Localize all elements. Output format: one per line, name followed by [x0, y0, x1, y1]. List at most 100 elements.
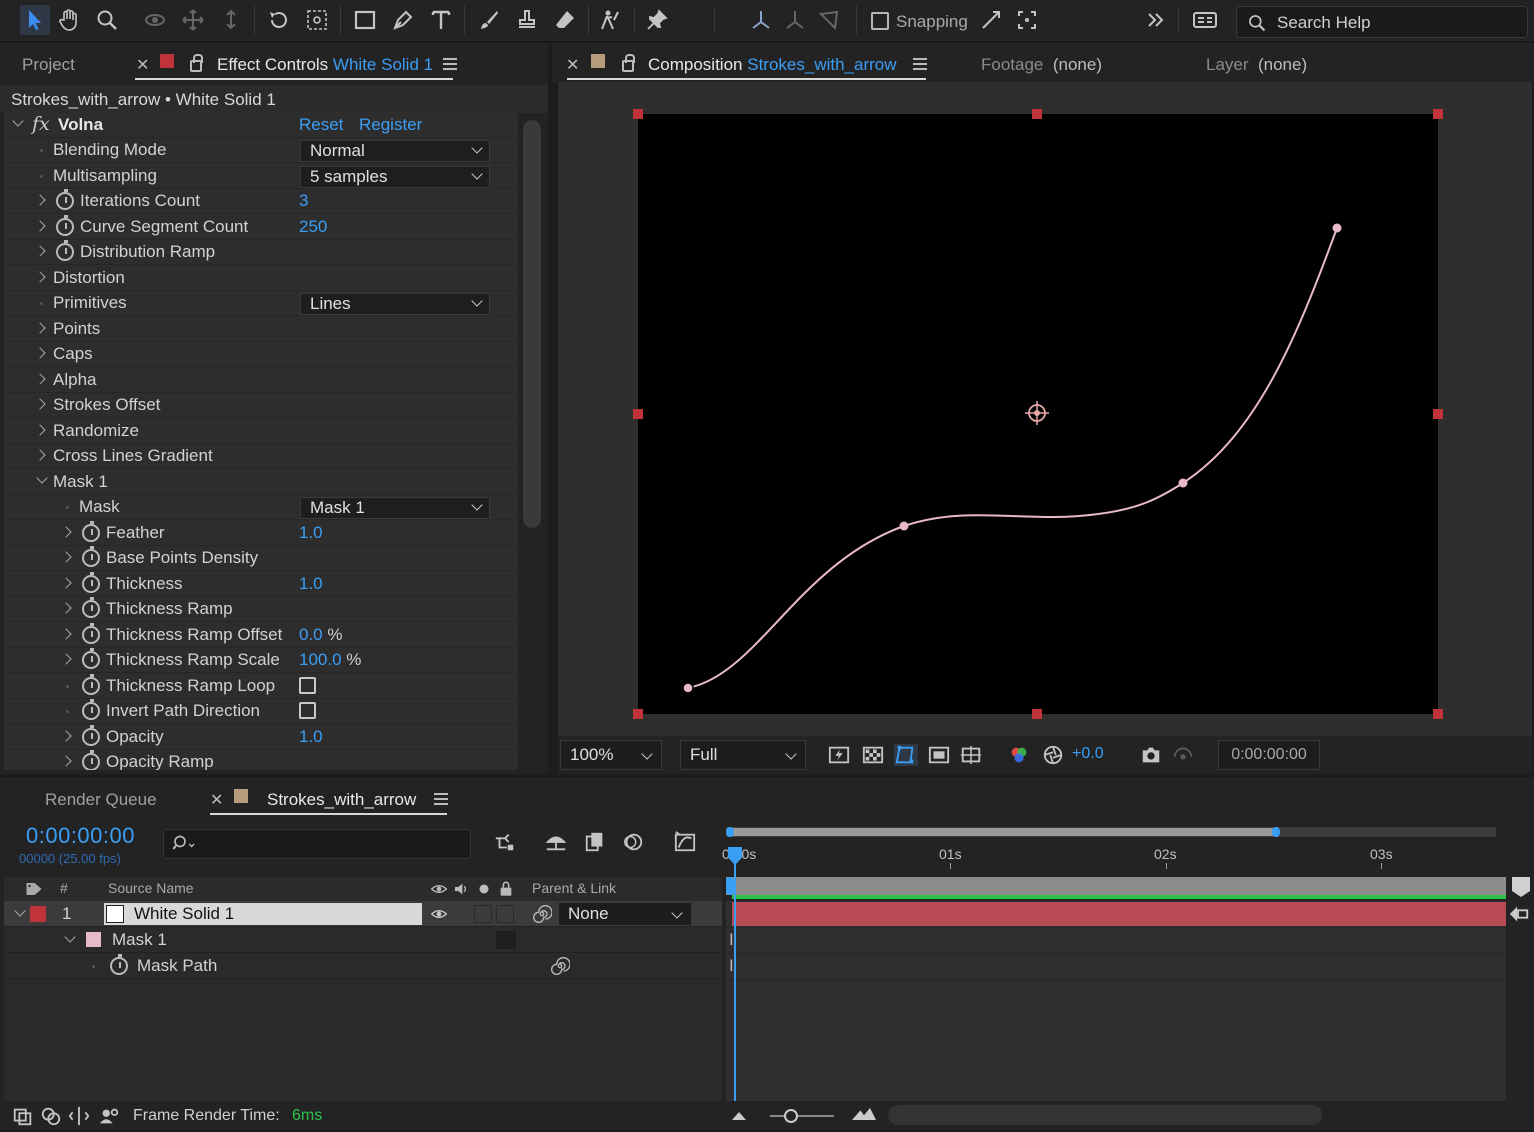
selection-tool-icon[interactable] — [20, 5, 50, 35]
pan-behind-tool-icon[interactable] — [302, 5, 332, 35]
stopwatch-icon[interactable] — [82, 521, 100, 542]
tab-timeline-comp[interactable]: Strokes_with_arrow — [267, 790, 416, 810]
layer-handle[interactable] — [633, 709, 643, 719]
twirl-icon[interactable] — [34, 245, 46, 257]
snap-edges-icon[interactable] — [976, 5, 1006, 35]
visibility-eye-icon[interactable] — [430, 906, 448, 922]
comp-marker-bin-icon[interactable] — [1512, 877, 1530, 897]
render-time-toggle-icon[interactable] — [98, 1105, 122, 1127]
stopwatch-icon[interactable] — [110, 954, 128, 975]
eye-icon[interactable] — [430, 881, 448, 897]
lock-icon[interactable] — [498, 880, 514, 898]
twirl-open-icon[interactable] — [14, 905, 26, 917]
navigator-start-handle[interactable] — [726, 827, 734, 837]
world-axis-icon[interactable] — [780, 5, 810, 35]
twirl-icon[interactable] — [34, 347, 46, 359]
time-zoom-slider[interactable] — [770, 1115, 834, 1117]
fx-icon[interactable]: fx — [32, 113, 50, 135]
time-zoom-slider-thumb[interactable] — [784, 1109, 798, 1123]
puppet-pin-tool-icon[interactable] — [642, 5, 672, 35]
lock-icon[interactable] — [622, 54, 635, 72]
stopwatch-icon[interactable] — [82, 725, 100, 746]
register-link[interactable]: Register — [359, 115, 422, 135]
anchor-point-icon[interactable] — [1025, 401, 1049, 425]
current-time-display[interactable]: 0:00:00:00 — [26, 823, 135, 849]
stopwatch-icon[interactable] — [82, 699, 100, 720]
orbit-camera-icon[interactable] — [140, 5, 170, 35]
iterations-count-value[interactable]: 3 — [299, 191, 308, 211]
exposure-reset-icon[interactable] — [1042, 744, 1066, 766]
solo-switch[interactable] — [474, 905, 492, 923]
local-axis-icon[interactable] — [746, 5, 776, 35]
layer-name[interactable]: White Solid 1 — [134, 904, 234, 924]
prop-mask-1-group[interactable]: Mask 1 — [4, 470, 518, 495]
effect-header-row[interactable]: fx Volna Reset Register — [4, 113, 518, 138]
playhead-line[interactable] — [734, 849, 736, 1101]
label-tag-icon[interactable] — [24, 880, 44, 898]
mask-color-swatch[interactable] — [86, 932, 101, 947]
navigator-end-handle[interactable] — [1272, 827, 1280, 837]
snapshot-camera-icon[interactable] — [1140, 744, 1164, 766]
composition-flowchart-icon[interactable] — [494, 831, 518, 853]
region-of-interest-icon[interactable] — [928, 744, 952, 766]
twirl-icon[interactable] — [34, 398, 46, 410]
composition-canvas[interactable] — [638, 114, 1438, 714]
snapping-checkbox[interactable] — [871, 12, 889, 30]
thickness-value[interactable]: 1.0 — [299, 574, 323, 594]
mask-lock-switch[interactable] — [496, 931, 516, 949]
solo-icon[interactable] — [478, 883, 490, 895]
close-icon[interactable]: ✕ — [566, 55, 579, 75]
twirl-open-icon[interactable] — [36, 472, 48, 484]
pick-whip-icon[interactable] — [532, 904, 552, 924]
fast-previews-icon[interactable] — [828, 744, 852, 766]
twirl-icon[interactable] — [60, 628, 72, 640]
twirl-icon[interactable] — [34, 322, 46, 334]
hand-tool-icon[interactable] — [54, 5, 84, 35]
curve-segment-count-value[interactable]: 250 — [299, 217, 327, 237]
snap-features-icon[interactable] — [1012, 5, 1042, 35]
lock-switch[interactable] — [496, 905, 514, 923]
work-area-bar[interactable] — [726, 877, 1506, 895]
clone-stamp-tool-icon[interactable] — [512, 5, 542, 35]
rectangle-tool-icon[interactable] — [350, 5, 380, 35]
rotation-tool-icon[interactable] — [264, 5, 294, 35]
thickness-ramp-scale-value[interactable]: 100.0 % — [299, 650, 361, 670]
mask-path-visibility-icon[interactable] — [894, 744, 918, 766]
mask-name[interactable]: Mask 1 — [112, 930, 167, 950]
prop-distortion[interactable]: Distortion — [4, 266, 518, 291]
feather-value[interactable]: 1.0 — [299, 523, 323, 543]
transparency-grid-icon[interactable] — [862, 744, 886, 766]
exposure-value[interactable]: +0.0 — [1072, 745, 1104, 763]
workspace-icon[interactable] — [1188, 5, 1222, 35]
zoom-in-icon[interactable] — [852, 1108, 876, 1120]
zoom-tool-icon[interactable] — [92, 5, 122, 35]
layer-handle[interactable] — [1433, 109, 1443, 119]
stopwatch-icon[interactable] — [82, 572, 100, 593]
zoom-dropdown[interactable]: 100% — [560, 740, 662, 770]
twirl-icon[interactable] — [60, 551, 72, 563]
show-snapshot-icon[interactable] — [1172, 744, 1196, 766]
mask-vertex[interactable] — [1178, 478, 1188, 488]
close-icon[interactable]: ✕ — [210, 790, 223, 810]
column-source-name[interactable]: Source Name — [108, 880, 194, 896]
prop-alpha[interactable]: Alpha — [4, 368, 518, 393]
twirl-open-icon[interactable] — [64, 931, 76, 943]
twirl-icon[interactable] — [60, 730, 72, 742]
twirl-icon[interactable] — [34, 449, 46, 461]
pan-camera-icon[interactable] — [178, 5, 208, 35]
motion-blur-icon[interactable] — [622, 831, 646, 853]
eraser-tool-icon[interactable] — [550, 5, 580, 35]
twirl-icon[interactable] — [34, 271, 46, 283]
panel-menu-icon[interactable] — [443, 58, 457, 70]
timeline-tracks[interactable]: I I — [726, 895, 1506, 1101]
prop-cross-lines-gradient[interactable]: Cross Lines Gradient — [4, 444, 518, 469]
tab-project[interactable]: Project — [22, 55, 75, 75]
tab-layer[interactable]: Layer (none) — [1206, 55, 1307, 75]
layer-end-marker-icon[interactable] — [1508, 903, 1530, 925]
type-tool-icon[interactable] — [426, 5, 456, 35]
pick-whip-icon[interactable] — [550, 956, 570, 976]
stopwatch-icon[interactable] — [82, 546, 100, 567]
mask-path-row[interactable]: Mask Path — [4, 953, 722, 979]
lock-icon[interactable] — [190, 54, 203, 72]
audio-icon[interactable] — [452, 881, 470, 897]
